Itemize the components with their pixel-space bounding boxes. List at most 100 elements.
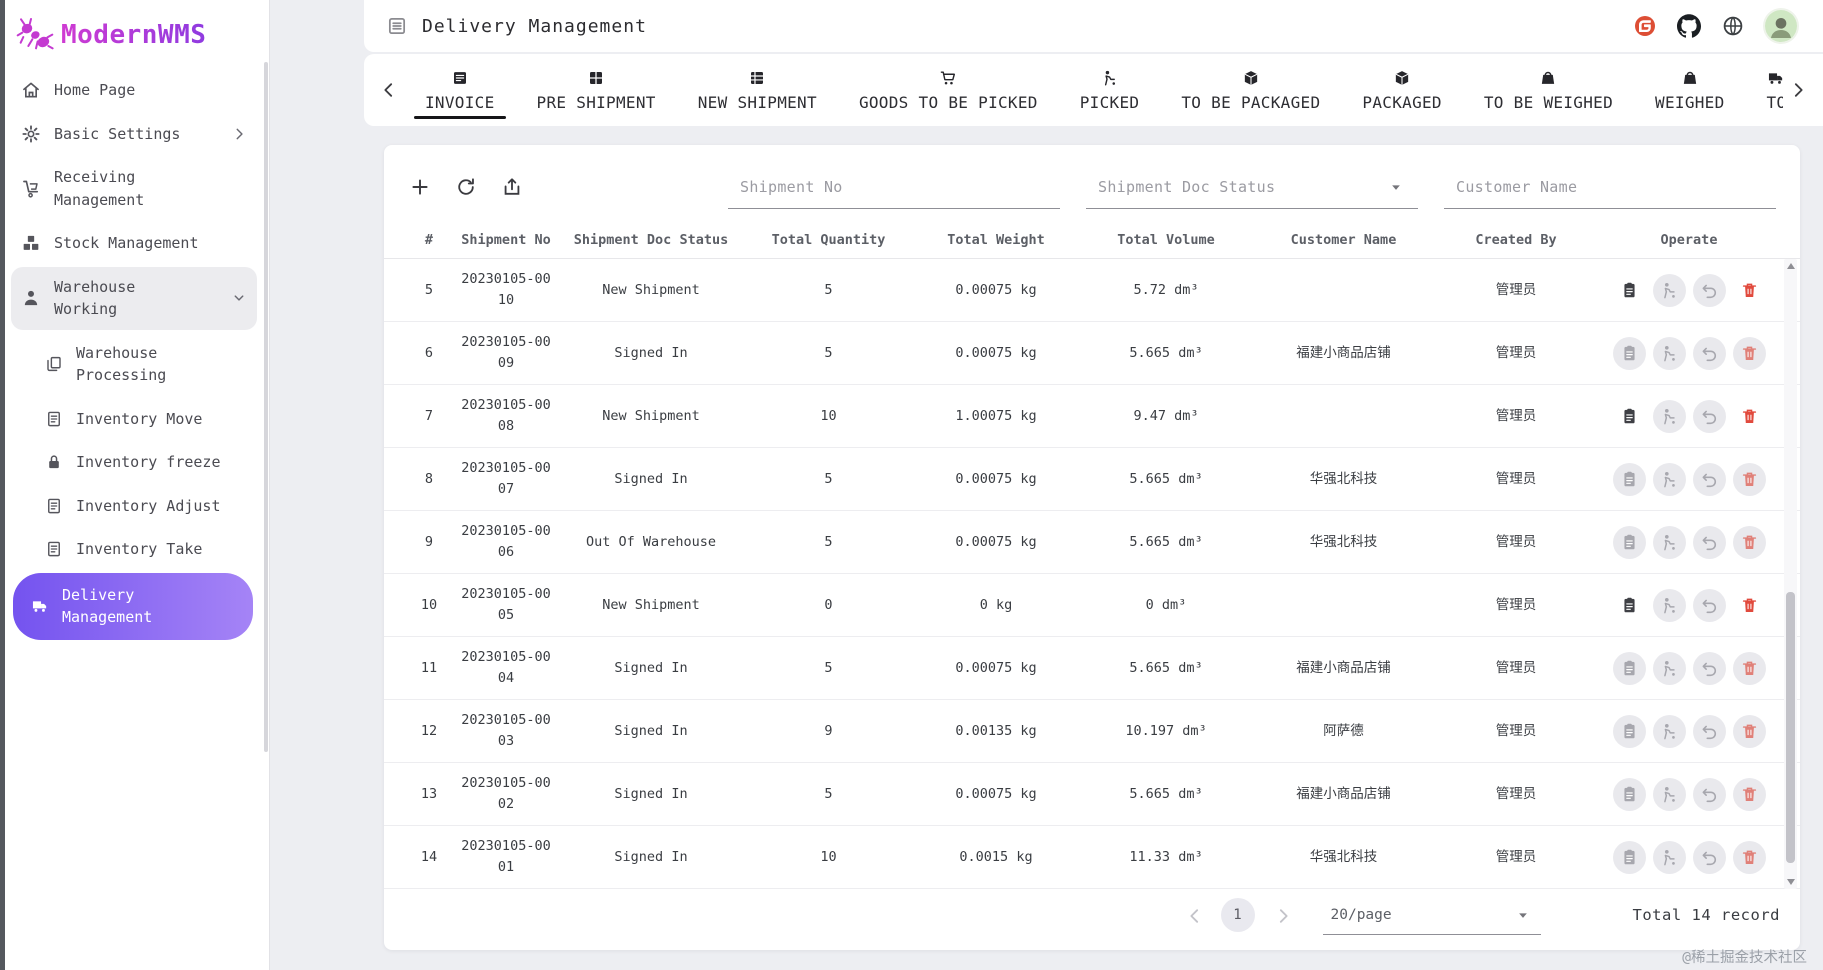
- scrollbar-up-arrow[interactable]: [1786, 263, 1795, 269]
- task-assign-button[interactable]: [1612, 525, 1646, 559]
- sidebar-item-basic-settings[interactable]: Basic Settings: [11, 114, 257, 155]
- github-icon[interactable]: [1677, 14, 1701, 38]
- tabs-scroll-right-button[interactable]: [1783, 70, 1813, 110]
- shipment-no-input[interactable]: [740, 177, 1048, 196]
- refresh-button[interactable]: [450, 171, 482, 203]
- task-assign-button[interactable]: [1612, 777, 1646, 811]
- picking-button[interactable]: [1652, 462, 1686, 496]
- undo-button[interactable]: [1692, 525, 1726, 559]
- sidebar-item-warehouse-working[interactable]: Warehouse Working: [11, 266, 257, 330]
- sidebar-item-inventory-adjust[interactable]: Inventory Adjust: [35, 486, 257, 527]
- tab-picked[interactable]: PICKED: [1059, 54, 1161, 126]
- avatar-icon[interactable]: [1765, 10, 1797, 42]
- scrollbar-thumb[interactable]: [1786, 592, 1795, 863]
- delete-button[interactable]: [1732, 714, 1766, 748]
- table-row[interactable]: 14 20230105-0001 Signed In 10 0.0015 kg 11.33…: [384, 826, 1800, 889]
- sidebar-scrollbar[interactable]: [264, 62, 268, 752]
- weight-icon: [1539, 69, 1557, 87]
- undo-button[interactable]: [1692, 399, 1726, 433]
- total-volume: 5.665 dm³: [1129, 344, 1203, 361]
- scrollbar-down-arrow[interactable]: [1786, 879, 1795, 885]
- tabs-scroll-left-button[interactable]: [374, 70, 404, 110]
- picking-button[interactable]: [1652, 777, 1686, 811]
- tab-packaged[interactable]: PACKAGED: [1341, 54, 1462, 126]
- task-assign-button[interactable]: [1613, 400, 1646, 433]
- sidebar-item-inventory-move[interactable]: Inventory Move: [35, 399, 257, 440]
- page-size-select[interactable]: 20/page: [1322, 895, 1541, 935]
- undo-button[interactable]: [1692, 651, 1726, 685]
- delete-button[interactable]: [1733, 400, 1766, 433]
- prev-page-button[interactable]: [1179, 900, 1209, 930]
- table-row[interactable]: 12 20230105-0003 Signed In 9 0.00135 kg 10.19…: [384, 700, 1800, 763]
- tab-to[interactable]: TO: [1746, 54, 1783, 126]
- gitee-icon[interactable]: [1633, 14, 1657, 38]
- undo-button[interactable]: [1692, 336, 1726, 370]
- picking-button[interactable]: [1652, 714, 1686, 748]
- task-assign-button[interactable]: [1613, 589, 1646, 622]
- picking-button[interactable]: [1652, 840, 1686, 874]
- table-scrollbar[interactable]: [1784, 259, 1797, 889]
- table-row[interactable]: 9 20230105-0006 Out Of Warehouse 5 0.00075 k…: [384, 511, 1800, 574]
- delete-button[interactable]: [1732, 777, 1766, 811]
- scrollbar-track[interactable]: [1784, 273, 1797, 875]
- table-row[interactable]: 6 20230105-0009 Signed In 5 0.00075 kg 5.665 …: [384, 322, 1800, 385]
- export-button[interactable]: [496, 171, 528, 203]
- sidebar-item-delivery-management[interactable]: Delivery Management: [13, 572, 253, 640]
- shipment-doc-status-select[interactable]: Shipment Doc Status: [1086, 165, 1418, 209]
- undo-button[interactable]: [1692, 273, 1726, 307]
- sidebar-item-home-page[interactable]: Home Page: [11, 70, 257, 111]
- picking-button[interactable]: [1652, 273, 1686, 307]
- add-button[interactable]: [404, 171, 436, 203]
- sidebar-item-inventory-take[interactable]: Inventory Take: [35, 529, 257, 570]
- undo-button[interactable]: [1692, 777, 1726, 811]
- delete-button[interactable]: [1732, 462, 1766, 496]
- sidebar-item-warehouse-processing[interactable]: Warehouse Processing: [35, 333, 257, 396]
- picking-button[interactable]: [1652, 336, 1686, 370]
- task-assign-button[interactable]: [1612, 714, 1646, 748]
- picking-button[interactable]: [1652, 525, 1686, 559]
- task-assign-button[interactable]: [1612, 840, 1646, 874]
- tab-invoice[interactable]: INVOICE: [404, 54, 516, 126]
- table-row[interactable]: 13 20230105-0002 Signed In 5 0.00075 kg 5.665…: [384, 763, 1800, 826]
- delete-button[interactable]: [1732, 525, 1766, 559]
- undo-button[interactable]: [1692, 840, 1726, 874]
- delete-button[interactable]: [1732, 840, 1766, 874]
- undo-button[interactable]: [1692, 588, 1726, 622]
- app-logo[interactable]: ModernWMS: [5, 0, 269, 67]
- delete-button[interactable]: [1733, 589, 1766, 622]
- sidebar-item-label: Delivery Management: [62, 585, 153, 627]
- tab-goods-to-be-picked[interactable]: GOODS TO BE PICKED: [838, 54, 1059, 126]
- sidebar-item-inventory-freeze[interactable]: Inventory freeze: [35, 442, 257, 483]
- picking-button[interactable]: [1652, 399, 1686, 433]
- delete-button[interactable]: [1732, 336, 1766, 370]
- tab-weighed[interactable]: WEIGHED: [1634, 54, 1746, 126]
- table-row[interactable]: 11 20230105-0004 Signed In 5 0.00075 kg 5.665…: [384, 637, 1800, 700]
- page-number-button[interactable]: 1: [1220, 898, 1255, 932]
- tab-to-be-weighed[interactable]: TO BE WEIGHED: [1463, 54, 1634, 126]
- table-row[interactable]: 8 20230105-0007 Signed In 5 0.00075 kg 5.665 …: [384, 448, 1800, 511]
- task-assign-button[interactable]: [1612, 336, 1646, 370]
- picking-button[interactable]: [1652, 651, 1686, 685]
- customer-name-input[interactable]: [1456, 177, 1764, 196]
- task-assign-button[interactable]: [1612, 462, 1646, 496]
- table-row[interactable]: 7 20230105-0008 New Shipment 10 1.00075 kg 9.…: [384, 385, 1800, 448]
- table-row[interactable]: 10 20230105-0005 New Shipment 0 0 kg 0 dm³ 管理员: [384, 574, 1800, 637]
- customer-name: 福建小商品店铺: [1296, 659, 1391, 676]
- header-block: Delivery Management INVOICE PRE SHIPMENT N…: [364, 0, 1823, 126]
- delete-button[interactable]: [1733, 274, 1766, 307]
- task-assign-button[interactable]: [1613, 274, 1646, 307]
- table-row[interactable]: 5 20230105-0010 New Shipment 5 0.00075 kg 5.7…: [384, 259, 1800, 322]
- delete-button[interactable]: [1732, 651, 1766, 685]
- sidebar-item-receiving-management[interactable]: Receiving Management: [11, 157, 257, 220]
- picking-button[interactable]: [1652, 588, 1686, 622]
- tab-to-be-packaged[interactable]: TO BE PACKAGED: [1160, 54, 1341, 126]
- globe-icon[interactable]: [1721, 14, 1745, 38]
- tab-new-shipment[interactable]: NEW SHIPMENT: [677, 54, 838, 126]
- undo-button[interactable]: [1692, 462, 1726, 496]
- task-assign-button[interactable]: [1612, 651, 1646, 685]
- tab-pre-shipment[interactable]: PRE SHIPMENT: [516, 54, 677, 126]
- next-page-button[interactable]: [1267, 900, 1297, 930]
- customer-name: 华强北科技: [1309, 533, 1378, 550]
- undo-button[interactable]: [1692, 714, 1726, 748]
- sidebar-item-stock-management[interactable]: Stock Management: [11, 223, 257, 264]
